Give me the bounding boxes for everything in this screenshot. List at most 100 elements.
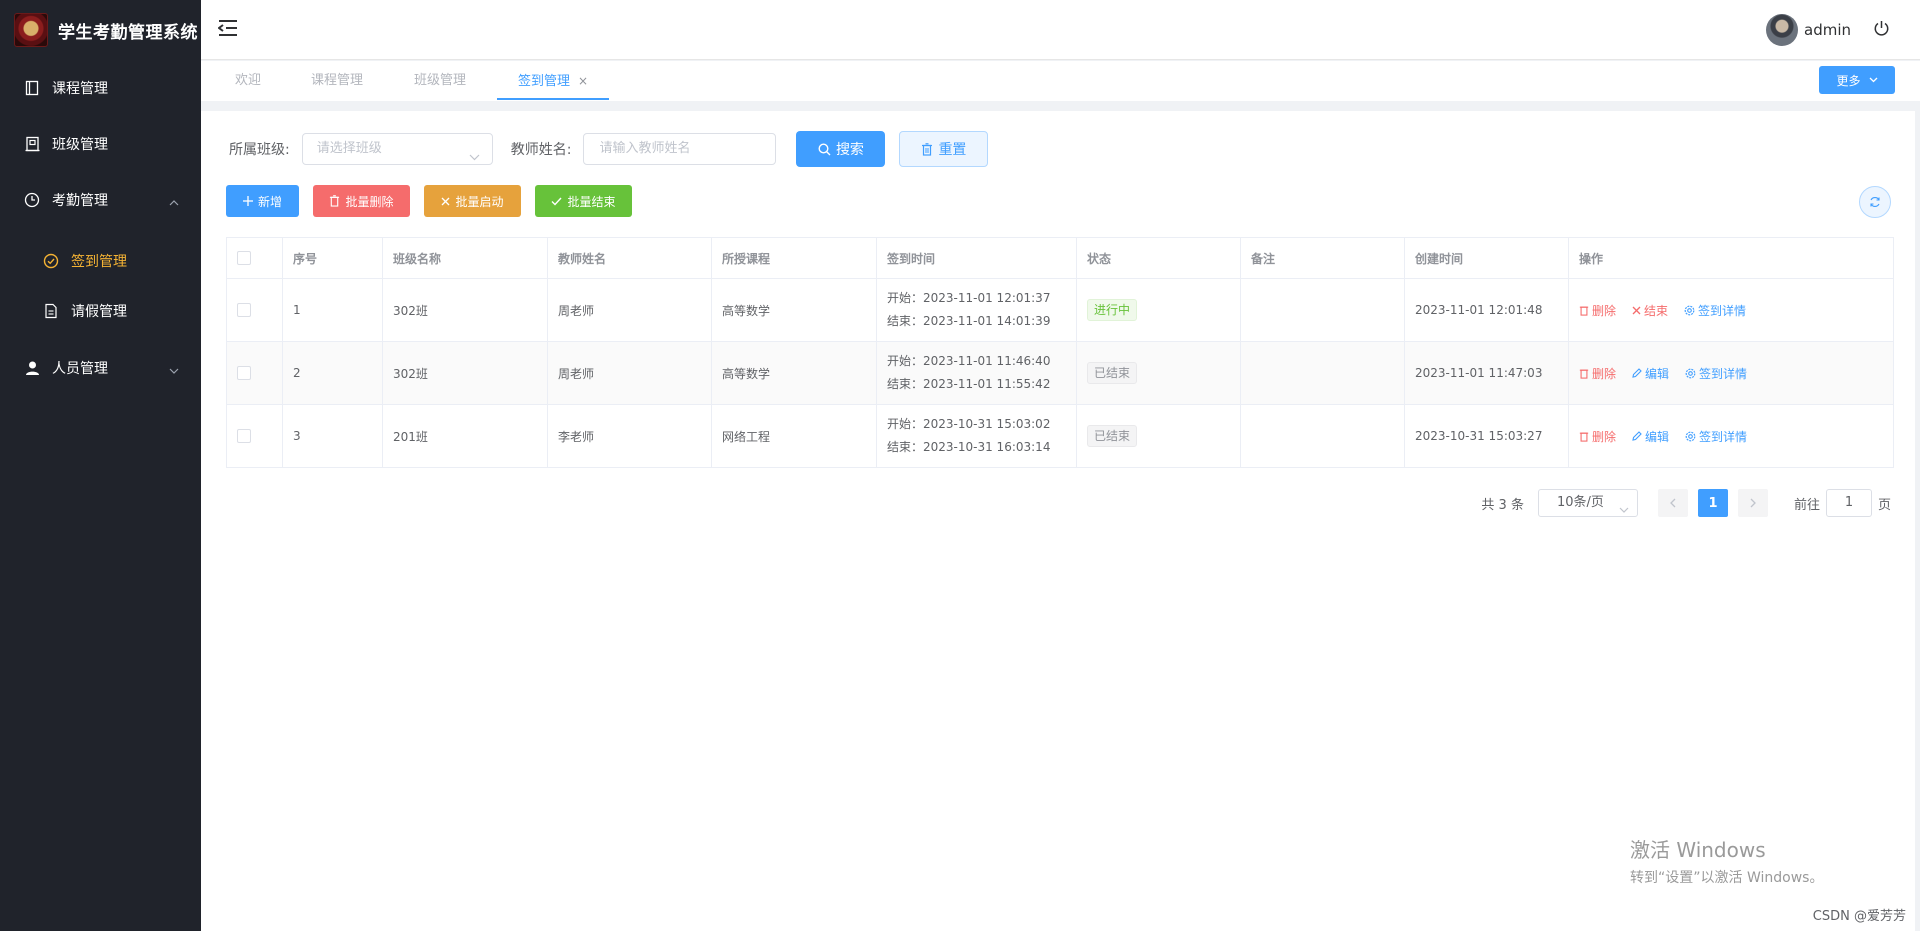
cell-created: 2023-11-01 11:47:03 [1405, 342, 1569, 404]
row-select-cell [227, 405, 283, 467]
sidebar-item-course[interactable]: 课程管理 [0, 60, 201, 116]
page-number-current[interactable]: 1 [1697, 489, 1728, 517]
sidebar-item-personnel[interactable]: 人员管理 [0, 340, 201, 396]
table-row: 2 302班 周老师 高等数学 开始：2023-11-01 11:46:40 结束… [227, 341, 1893, 404]
cell-actions: 删除 编辑 签到详情 [1569, 405, 1893, 467]
tab-welcome[interactable]: 欢迎 [225, 61, 271, 100]
chevron-down-icon [469, 143, 480, 173]
refresh-icon [1869, 196, 1881, 208]
end-time: 结束：2023-11-01 11:55:42 [887, 377, 1051, 391]
signin-table: 序号 班级名称 教师姓名 所授课程 签到时间 状态 备注 创建时间 操作 1 3… [226, 237, 1894, 468]
cell-status: 已结束 [1077, 342, 1241, 404]
tabs-bar: 欢迎 课程管理 班级管理 签到管理 × 更多 [201, 61, 1920, 101]
sidebar-item-class[interactable]: 班级管理 [0, 116, 201, 172]
avatar[interactable] [1766, 14, 1798, 46]
header-cell: 所授课程 [712, 238, 877, 278]
sidebar-item-label: 人员管理 [52, 361, 108, 377]
next-page-button[interactable] [1737, 489, 1768, 517]
cell-remark [1241, 342, 1405, 404]
batch-end-button[interactable]: 批量结束 [535, 185, 632, 217]
source-credit: CSDN @爱芳芳 [1812, 909, 1906, 924]
cell-course: 网络工程 [712, 405, 877, 467]
teacher-name-input[interactable]: 请输入教师姓名 [583, 133, 777, 165]
user-menu[interactable]: admin [1766, 14, 1890, 46]
signin-detail-button[interactable]: 签到详情 [1685, 428, 1747, 445]
more-button[interactable]: 更多 [1819, 66, 1895, 94]
trash-icon [1579, 305, 1589, 316]
status-badge: 已结束 [1087, 362, 1138, 384]
cell-created: 2023-11-01 12:01:48 [1405, 279, 1569, 341]
select-all-checkbox[interactable] [237, 251, 251, 265]
cell-actions: 删除 编辑 签到详情 [1569, 342, 1893, 404]
windows-activation-watermark: 激活 Windows 转到“设置”以激活 Windows。 [1630, 838, 1824, 886]
sidebar-item-label: 班级管理 [52, 137, 108, 153]
cell-class: 302班 [383, 279, 548, 341]
goto-page-input[interactable]: 1 [1825, 489, 1872, 517]
batch-start-button[interactable]: 批量启动 [424, 185, 521, 217]
signin-detail-button[interactable]: 签到详情 [1685, 365, 1747, 382]
power-icon[interactable] [1873, 20, 1890, 41]
gear-icon [1685, 431, 1696, 442]
header-cell: 备注 [1241, 238, 1405, 278]
sidebar-item-attendance[interactable]: 考勤管理 [0, 172, 201, 228]
main-content: 所属班级: 请选择班级 教师姓名: 请输入教师姓名 搜索 重置 新增 批量删除 … [201, 111, 1915, 931]
search-button[interactable]: 搜索 [796, 131, 886, 167]
header-cell: 操作 [1579, 251, 1604, 266]
pencil-icon [1632, 431, 1642, 441]
edit-button[interactable]: 编辑 [1632, 365, 1669, 382]
reset-button[interactable]: 重置 [899, 131, 989, 167]
start-time: 开始：2023-11-01 12:01:37 [887, 291, 1051, 305]
delete-button[interactable]: 删除 [1579, 428, 1616, 445]
check-icon [551, 197, 562, 206]
header-cell: 状态 [1077, 238, 1241, 278]
end-button[interactable]: 结束 [1632, 302, 1668, 319]
table-row: 1 302班 周老师 高等数学 开始：2023-11-01 12:01:37 结束… [227, 278, 1893, 341]
tab-class[interactable]: 班级管理 [404, 61, 476, 100]
cell-signin-time: 开始：2023-11-01 12:01:37 结束：2023-11-01 14:0… [877, 279, 1077, 341]
header-cell: 序号 [283, 238, 383, 278]
chevron-down-icon [1869, 77, 1878, 83]
plus-icon [242, 196, 253, 206]
header-select-all [227, 238, 283, 278]
delete-button[interactable]: 删除 [1579, 365, 1616, 382]
class-select[interactable]: 请选择班级 [301, 133, 493, 165]
check-circle-icon [43, 253, 59, 269]
row-checkbox[interactable] [237, 303, 251, 317]
batch-delete-button[interactable]: 批量删除 [313, 185, 410, 217]
gear-icon [1685, 368, 1696, 379]
menu-collapse-icon[interactable] [217, 19, 238, 41]
prev-page-button[interactable] [1657, 489, 1688, 517]
row-checkbox[interactable] [237, 429, 251, 443]
sidebar-item-label: 考勤管理 [52, 193, 108, 209]
signin-detail-button[interactable]: 签到详情 [1684, 302, 1746, 319]
pagination: 共 3 条 10条/页 1 前往 1 页 [1481, 489, 1891, 517]
edit-button[interactable]: 编辑 [1632, 428, 1669, 445]
trash-icon [329, 195, 340, 207]
tab-signin[interactable]: 签到管理 × [497, 61, 609, 100]
top-header: admin [201, 0, 1920, 60]
start-time: 开始：2023-11-01 11:46:40 [887, 354, 1051, 368]
refresh-button[interactable] [1859, 186, 1891, 218]
cell-status: 已结束 [1077, 405, 1241, 467]
user-icon [24, 360, 40, 376]
close-icon[interactable]: × [578, 74, 588, 88]
delete-button[interactable]: 删除 [1579, 302, 1616, 319]
row-checkbox[interactable] [237, 366, 251, 380]
start-time: 开始：2023-10-31 15:03:02 [887, 417, 1051, 431]
sidebar-item-signin[interactable]: 签到管理 [0, 236, 201, 286]
tab-course[interactable]: 课程管理 [301, 61, 373, 100]
trash-icon [921, 142, 933, 156]
add-button[interactable]: 新增 [226, 185, 299, 217]
class-filter-label: 所属班级: [229, 142, 290, 158]
row-select-cell [227, 342, 283, 404]
page-size-select[interactable]: 10条/页 [1537, 489, 1638, 517]
cell-remark [1241, 279, 1405, 341]
cell-created: 2023-10-31 15:03:27 [1405, 405, 1569, 467]
end-time: 结束：2023-10-31 16:03:14 [887, 440, 1051, 454]
header-cell: 签到时间 [877, 238, 1077, 278]
clock-icon [24, 192, 40, 208]
chevron-down-icon [1619, 497, 1629, 523]
cell-no: 3 [283, 405, 383, 467]
total-count: 共 3 条 [1481, 497, 1524, 513]
sidebar-item-leave[interactable]: 请假管理 [0, 286, 201, 336]
